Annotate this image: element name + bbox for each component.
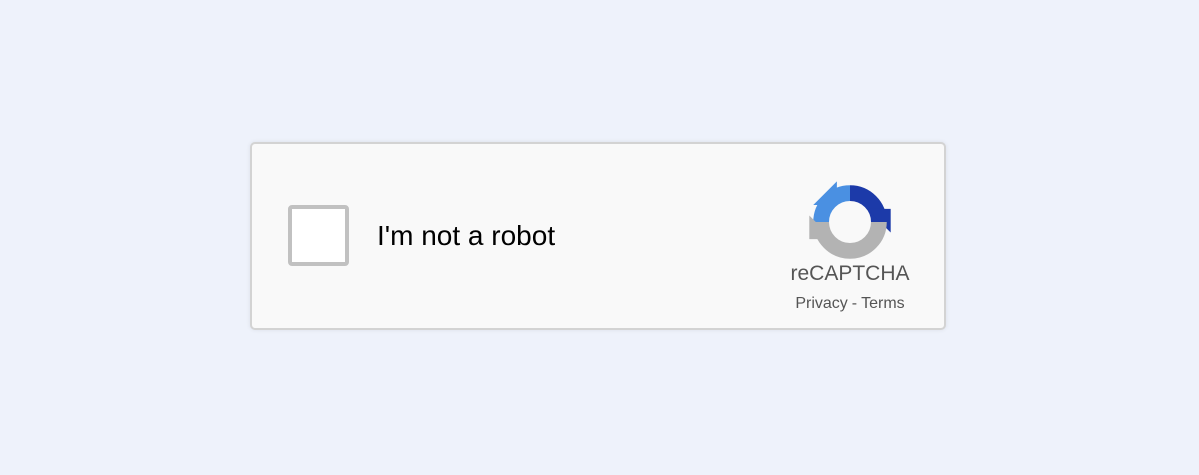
checkbox-label[interactable]: I'm not a robot xyxy=(377,218,555,254)
recaptcha-logo-icon xyxy=(808,180,892,264)
privacy-link[interactable]: Privacy xyxy=(795,295,847,312)
recaptcha-checkbox[interactable] xyxy=(288,205,349,266)
page: I'm not a robot reCAPTCHA Privacy - Terms xyxy=(0,0,1199,475)
terms-link[interactable]: Terms xyxy=(861,295,905,312)
recaptcha-links: Privacy - Terms xyxy=(768,294,932,314)
recaptcha-brand-name: reCAPTCHA xyxy=(790,262,910,285)
links-separator: - xyxy=(851,295,858,312)
recaptcha-branding: reCAPTCHA Privacy - Terms xyxy=(768,174,938,314)
recaptcha-widget: I'm not a robot reCAPTCHA Privacy - Terms xyxy=(250,142,946,330)
